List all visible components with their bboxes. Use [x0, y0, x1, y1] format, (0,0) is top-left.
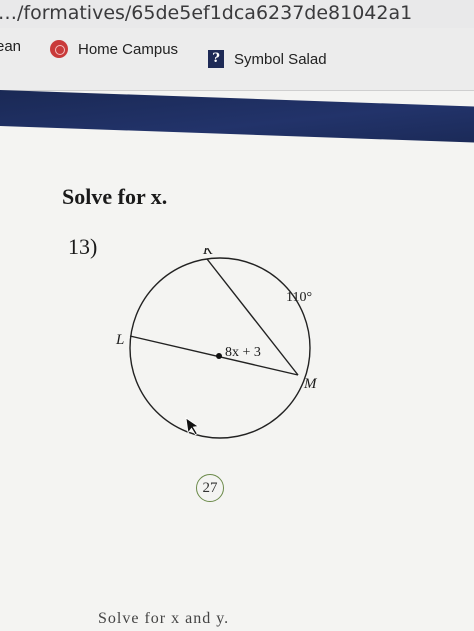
circle: [129, 257, 311, 439]
problem-instruction: Solve for x.: [62, 184, 168, 209]
bookmark-home-campus[interactable]: Home Campus: [50, 40, 178, 58]
address-bar[interactable]: …/formatives/65de5ef1dca6237de81042a1: [0, 0, 474, 28]
worksheet-page: Solve for x. 13) K L M 110° 8x + 3 27 So…: [0, 128, 474, 631]
answer-circle: 27: [196, 474, 224, 502]
bookmark-label: Symbol Salad: [234, 50, 327, 68]
point-label-l: L: [115, 332, 124, 348]
bookmarks-bar: ean Home Campus ? Symbol Salad: [0, 28, 474, 91]
red-circle-icon: [50, 40, 68, 58]
point-label-m: M: [303, 376, 318, 392]
center-point: [216, 353, 222, 359]
segment-expression-label: 8x + 3: [225, 345, 261, 360]
question-mark-icon: ?: [208, 50, 224, 68]
url-text: …/formatives/65de5ef1dca6237de81042a1: [0, 2, 413, 24]
bookmark-label: Home Campus: [78, 40, 179, 58]
bookmark-label: ean: [0, 38, 22, 55]
mouse-cursor-icon: [185, 417, 200, 436]
circle-diagram: K L M 110° 8x + 3: [115, 248, 318, 439]
question-number: 13): [68, 234, 98, 259]
bookmark-ean[interactable]: ean: [0, 38, 21, 55]
point-label-k: K: [202, 248, 214, 258]
bookmark-symbol-salad[interactable]: ? Symbol Salad: [208, 50, 327, 68]
arc-measure-label: 110°: [286, 290, 312, 305]
next-problem-instruction: Solve for x and y.: [98, 610, 230, 627]
